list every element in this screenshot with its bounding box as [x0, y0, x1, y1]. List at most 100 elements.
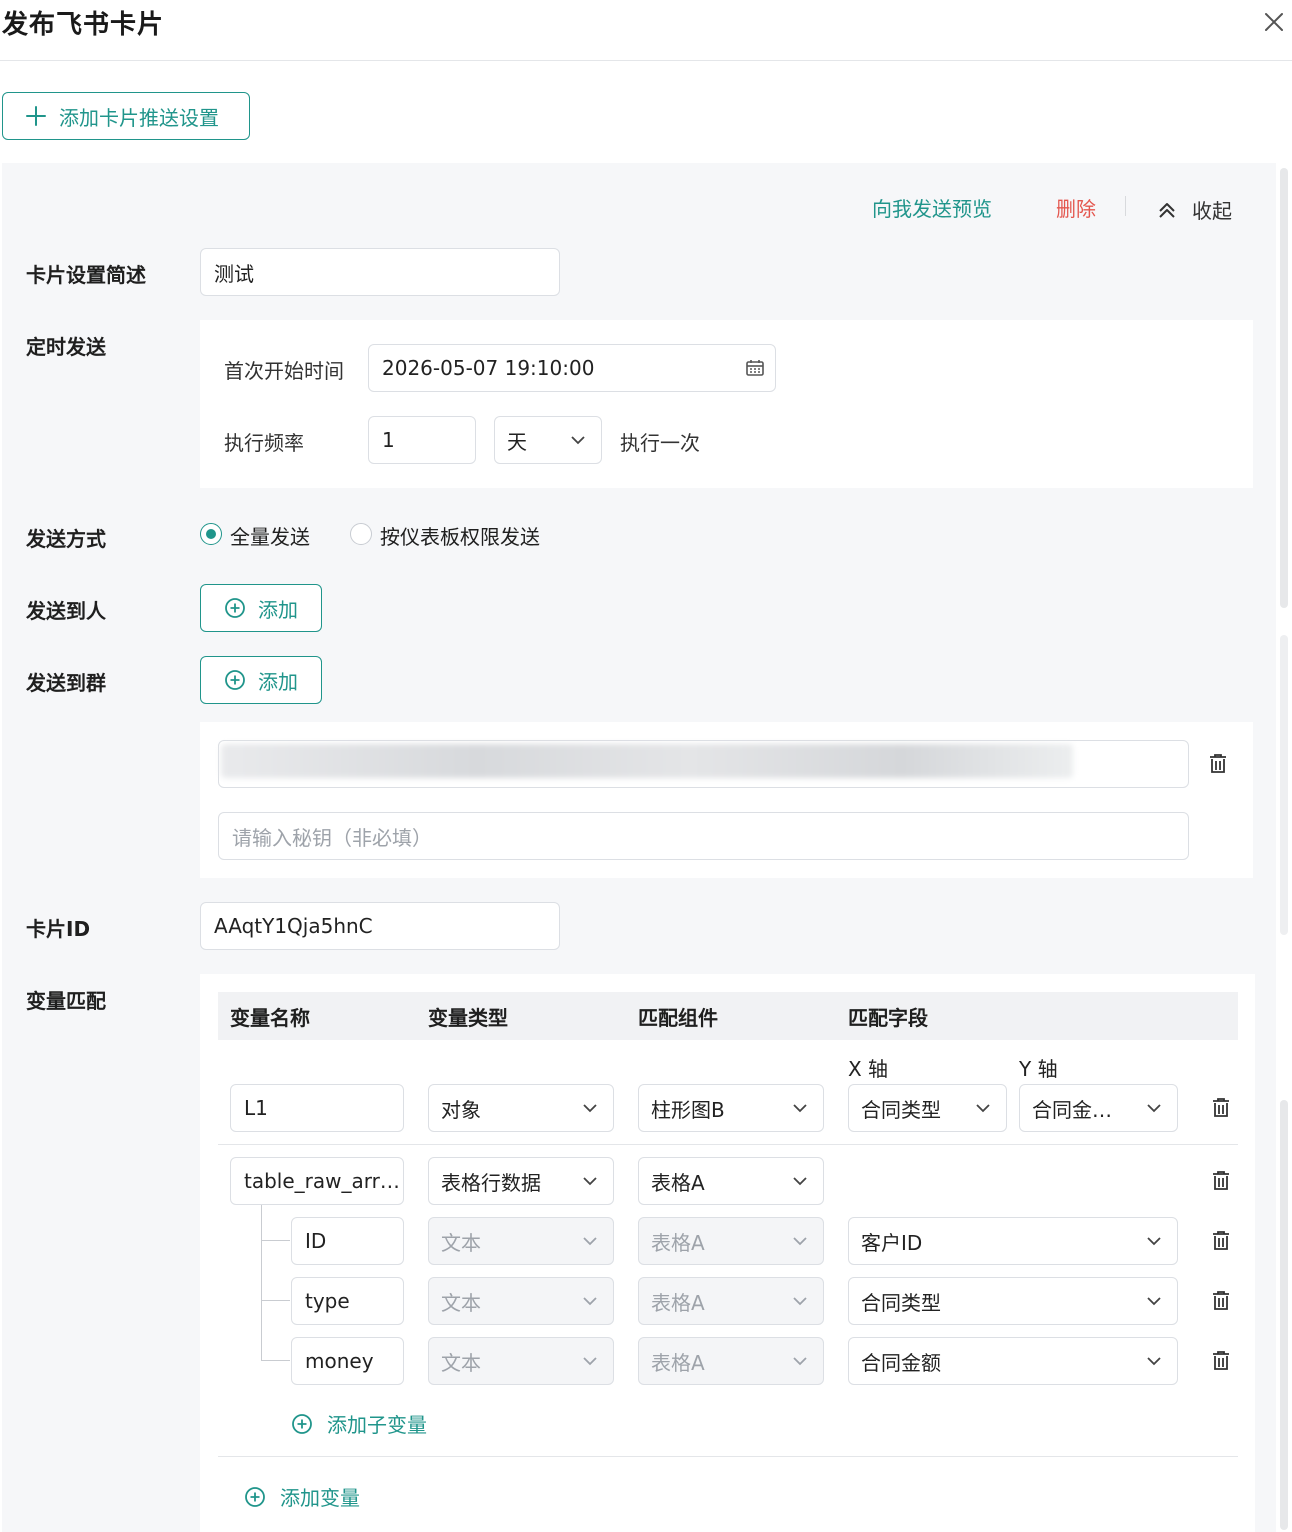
child-var-name-input[interactable]: ID	[291, 1217, 404, 1265]
plus-circle-icon	[225, 598, 245, 618]
child-field-value: 合同金额	[861, 1350, 941, 1375]
send-all-label[interactable]: 全量发送	[230, 521, 310, 550]
child-field-select[interactable]: 合同类型	[848, 1277, 1178, 1325]
close-icon[interactable]	[1258, 6, 1290, 38]
radio-send-permission[interactable]	[350, 523, 372, 545]
calendar-icon	[746, 360, 764, 376]
send-preview-link[interactable]: 向我发送预览	[872, 193, 992, 222]
start-time-picker[interactable]: 2026-05-07 19:10:00	[368, 344, 776, 392]
var-type-select[interactable]: 表格行数据	[428, 1157, 614, 1205]
col-header-component: 匹配组件	[638, 1006, 718, 1030]
delete-child-icon[interactable]	[1210, 1230, 1232, 1252]
action-separator	[1125, 196, 1126, 216]
var-name-input[interactable]: table_raw_arr…	[230, 1157, 404, 1205]
col-header-name: 变量名称	[230, 1006, 310, 1030]
add-var-label: 添加变量	[280, 1486, 360, 1510]
plus-icon	[26, 106, 46, 126]
chevron-down-icon	[583, 1177, 597, 1186]
chevron-down-icon	[793, 1237, 807, 1246]
freq-suffix: 执行一次	[620, 431, 700, 455]
add-person-button[interactable]: 添加	[200, 584, 322, 632]
add-var-button[interactable]: 添加变量	[244, 1482, 360, 1511]
child-var-type-value: 文本	[441, 1230, 481, 1255]
chevron-down-icon	[793, 1297, 807, 1306]
redacted-webhook-url	[221, 744, 1073, 778]
delete-link[interactable]: 删除	[1056, 193, 1096, 222]
child-component-select: 表格A	[638, 1277, 824, 1325]
scrollbar-thumb[interactable]	[1280, 168, 1288, 608]
chevron-down-icon	[1147, 1237, 1161, 1246]
desc-input[interactable]: 测试	[200, 248, 560, 296]
delete-row-icon[interactable]	[1210, 1097, 1232, 1119]
header-divider	[0, 60, 1292, 61]
add-child-var-button[interactable]: 添加子变量	[291, 1409, 427, 1438]
child-var-type-select: 文本	[428, 1277, 614, 1325]
chevron-down-icon	[976, 1104, 990, 1113]
child-field-value: 合同类型	[861, 1290, 941, 1315]
tree-line	[261, 1205, 262, 1361]
child-var-type-select: 文本	[428, 1217, 614, 1265]
col-header-field: 匹配字段	[848, 1006, 928, 1030]
start-time-value: 2026-05-07 19:10:00	[382, 356, 595, 380]
child-var-type-value: 文本	[441, 1290, 481, 1315]
var-name-input[interactable]: L1	[230, 1084, 404, 1132]
var-type-value: 表格行数据	[441, 1170, 541, 1195]
scrollbar-track-segment	[1280, 635, 1288, 935]
child-var-name-input[interactable]: money	[291, 1337, 404, 1385]
child-component-value: 表格A	[651, 1350, 705, 1375]
freq-input[interactable]: 1	[368, 416, 476, 464]
var-name-value: table_raw_arr…	[244, 1169, 400, 1193]
table-bottom-divider	[218, 1456, 1238, 1457]
y-axis-field-select[interactable]: 合同金…	[1019, 1084, 1178, 1132]
freq-label: 执行频率	[224, 431, 304, 455]
card-id-input[interactable]: AAqtY1Qja5hnC	[200, 902, 560, 950]
component-select[interactable]: 表格A	[638, 1157, 824, 1205]
secret-input[interactable]: 请输入秘钥（非必填）	[218, 812, 1189, 860]
child-component-value: 表格A	[651, 1230, 705, 1255]
delete-row-icon[interactable]	[1210, 1170, 1232, 1192]
tree-branch	[261, 1240, 290, 1241]
send-to-person-label: 发送到人	[26, 599, 106, 623]
delete-child-icon[interactable]	[1210, 1350, 1232, 1372]
chevron-down-icon	[793, 1357, 807, 1366]
plus-circle-icon	[245, 1486, 265, 1507]
freq-unit-value: 天	[507, 429, 527, 454]
table-header	[218, 992, 1238, 1040]
collapse-label: 收起	[1192, 199, 1232, 223]
chevron-down-icon	[583, 1297, 597, 1306]
radio-send-all[interactable]	[200, 523, 222, 545]
tree-branch	[261, 1360, 290, 1361]
chevron-down-icon	[1147, 1104, 1161, 1113]
chevron-down-icon	[583, 1237, 597, 1246]
var-type-value: 对象	[441, 1097, 481, 1122]
child-field-select[interactable]: 客户ID	[848, 1217, 1178, 1265]
var-type-select[interactable]: 对象	[428, 1084, 614, 1132]
schedule-label: 定时发送	[26, 335, 106, 359]
component-select[interactable]: 柱形图B	[638, 1084, 824, 1132]
child-field-select[interactable]: 合同金额	[848, 1337, 1178, 1385]
plus-circle-icon	[292, 1413, 312, 1434]
collapse-button[interactable]: 收起	[1156, 195, 1232, 224]
add-child-var-label: 添加子变量	[327, 1413, 427, 1437]
card-id-label: 卡片ID	[26, 917, 91, 941]
add-push-setting-button[interactable]: 添加卡片推送设置	[2, 92, 250, 140]
freq-unit-select[interactable]: 天	[494, 416, 602, 464]
chevron-down-icon	[583, 1104, 597, 1113]
add-group-button[interactable]: 添加	[200, 656, 322, 704]
desc-label: 卡片设置简述	[26, 263, 146, 287]
tree-branch	[261, 1300, 290, 1301]
x-axis-field-value: 合同类型	[861, 1097, 941, 1122]
plus-circle-icon	[225, 670, 245, 690]
chevron-down-icon	[583, 1357, 597, 1366]
send-permission-label[interactable]: 按仪表板权限发送	[380, 521, 540, 550]
component-value: 表格A	[651, 1170, 705, 1195]
chevron-down-icon	[793, 1104, 807, 1113]
col-header-type: 变量类型	[428, 1006, 508, 1030]
child-field-value: 客户ID	[861, 1230, 923, 1255]
x-axis-field-select[interactable]: 合同类型	[848, 1084, 1007, 1132]
delete-child-icon[interactable]	[1210, 1290, 1232, 1312]
child-var-name-input[interactable]: type	[291, 1277, 404, 1325]
y-axis-label: Y 轴	[1019, 1057, 1058, 1081]
scrollbar-thumb[interactable]	[1280, 1100, 1288, 1530]
delete-webhook-icon[interactable]	[1207, 753, 1229, 775]
